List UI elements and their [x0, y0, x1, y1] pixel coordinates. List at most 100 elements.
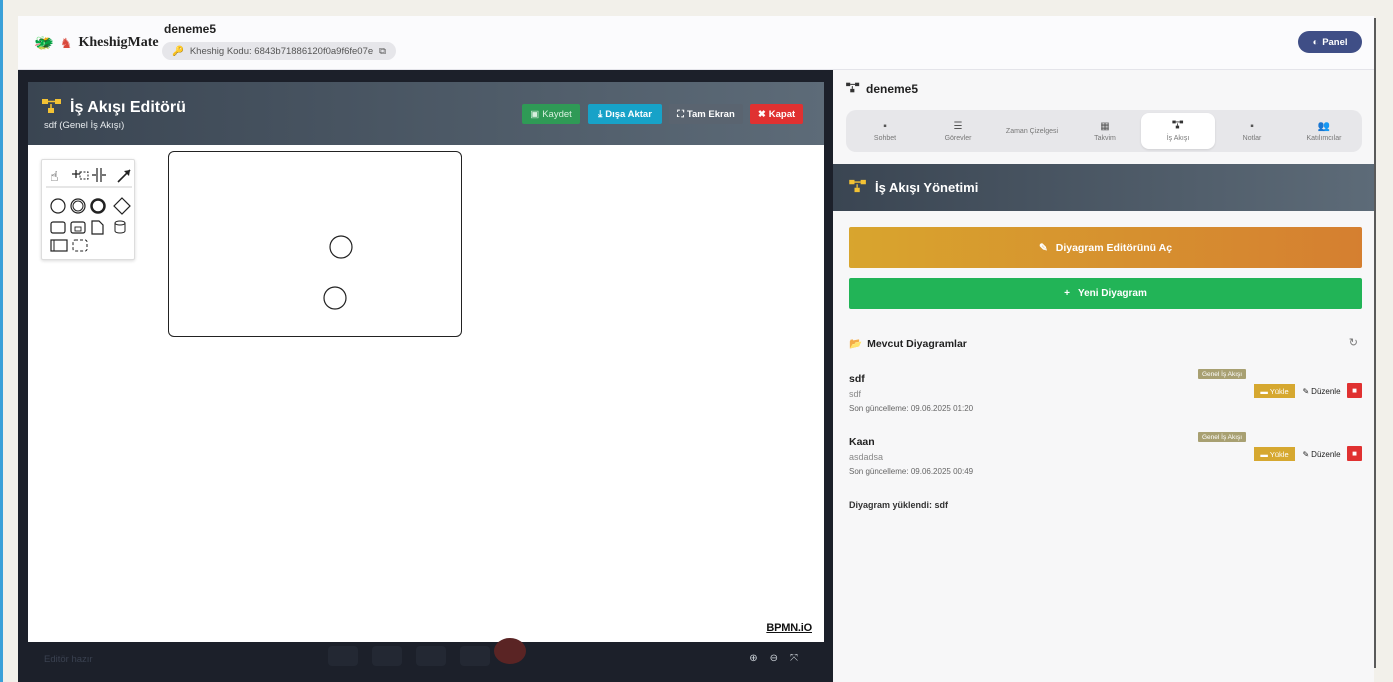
intermediate-event-icon[interactable]	[70, 198, 86, 214]
download-icon: ⤓	[598, 108, 603, 120]
load-label: Yükle	[1269, 449, 1289, 459]
close-button[interactable]: ✖ Kapat	[750, 104, 803, 124]
fullscreen-button[interactable]: ⛶ Tam Ekran	[669, 104, 743, 124]
diagram-item: sdf sdf Son güncelleme: 09.06.2025 01:20…	[849, 369, 1362, 425]
window-right-edge	[1374, 0, 1393, 682]
data-store-icon[interactable]	[114, 220, 126, 234]
load-diagram-button[interactable]: ▬ Yükle	[1254, 384, 1295, 398]
dock-item	[460, 646, 490, 666]
diagram-type-badge: Genel İş Akışı	[1198, 432, 1247, 442]
lasso-tool-icon[interactable]	[72, 170, 89, 180]
zoom-out-icon[interactable]: ⊖	[770, 653, 778, 664]
tab-participants[interactable]: 👥 Katılımcılar	[1286, 113, 1362, 149]
dock-item	[416, 646, 446, 666]
edit-label: Düzenle	[1311, 449, 1341, 459]
kheshig-code: Kheshig Kodu: 6843b71886120f0a9f6fe07e	[189, 45, 374, 57]
subprocess-icon[interactable]	[70, 221, 86, 234]
copy-icon[interactable]: ⧉	[379, 46, 386, 57]
right-panel-title: deneme5	[846, 82, 918, 96]
edit-icon: ✎	[1038, 241, 1048, 254]
panel-button[interactable]: ◐ Panel	[1298, 31, 1362, 53]
export-button[interactable]: ⤓ Dışa Aktar	[588, 104, 662, 124]
tab-tasks[interactable]: ☰ Görevler	[920, 113, 996, 149]
calendar-icon: ▦	[1100, 120, 1110, 132]
edit-icon: ✎	[1302, 449, 1310, 459]
expand-icon: ⛶	[677, 108, 684, 120]
brand-logo[interactable]: 🐲 ♞ KheshigMate	[34, 33, 159, 53]
dragon-icon: 🐲	[34, 35, 54, 52]
refresh-icon[interactable]: ↻	[1349, 336, 1358, 349]
edit-diagram-button[interactable]: ✎ Düzenle	[1299, 384, 1344, 398]
tab-label: Zaman Çizelgesi	[1005, 127, 1059, 135]
tab-label: Katılımcılar	[1306, 134, 1342, 142]
room-name: deneme5	[866, 82, 919, 96]
task-icon[interactable]	[50, 221, 66, 234]
bpmn-participant-pool[interactable]	[168, 151, 462, 337]
hand-tool-icon[interactable]: ☝	[50, 169, 59, 185]
save-button[interactable]: ▣ Kaydet	[522, 104, 580, 124]
kheshig-code-pill: 🔑 Kheshig Kodu: 6843b71886120f0a9f6fe07e…	[162, 42, 396, 60]
bpmn-canvas[interactable]: ☝ BPMN.iO	[28, 145, 824, 642]
edit-icon: ✎	[1302, 386, 1310, 396]
group-icon[interactable]	[72, 239, 88, 252]
tab-notes[interactable]: ▪ Notlar	[1216, 113, 1288, 149]
new-diagram-label: Yeni Diyagram	[1077, 288, 1147, 299]
diagram-type-badge: Genel İş Akışı	[1198, 369, 1247, 379]
plus-icon: +	[1064, 288, 1070, 299]
folder-icon: 📂	[849, 338, 863, 350]
key-icon: 🔑	[172, 45, 184, 57]
notes-icon: ▪	[1250, 120, 1254, 132]
diagram-name: sdf	[849, 373, 865, 385]
bpmn-io-watermark[interactable]: BPMN.iO	[766, 622, 812, 634]
editor-subtitle: sdf (Genel İş Akışı)	[44, 120, 125, 131]
save-icon: ▣	[530, 108, 540, 120]
edit-diagram-button[interactable]: ✎ Düzenle	[1299, 447, 1344, 461]
bpmn-palette: ☝	[41, 159, 135, 260]
tab-label: İş Akışı	[1166, 135, 1190, 142]
tab-bar: ▪ Sohbet ☰ Görevler Zaman Çizelgesi ▦ Ta…	[846, 110, 1362, 152]
delete-diagram-button[interactable]: ■	[1347, 383, 1362, 398]
existing-diagrams-label: Mevcut Diyagramlar	[867, 337, 967, 350]
diagram-item: Kaan asdadsa Son güncelleme: 09.06.2025 …	[849, 432, 1362, 488]
right-panel: deneme5 ▪ Sohbet ☰ Görevler Zaman Çizelg…	[833, 70, 1374, 682]
export-button-label: Dışa Aktar	[605, 108, 652, 120]
open-diagram-editor-button[interactable]: ✎ Diyagram Editörünü Aç	[849, 227, 1362, 268]
tab-label: Takvim	[1094, 134, 1116, 142]
tab-calendar[interactable]: ▦ Takvim	[1068, 113, 1142, 149]
diagram-updated: Son güncelleme: 09.06.2025 01:20	[849, 404, 974, 413]
delete-diagram-button[interactable]: ■	[1347, 446, 1362, 461]
diagram-loaded-message: Diyagram yüklendi: sdf	[849, 500, 949, 510]
editor-status: Editör hazır	[44, 654, 93, 665]
data-object-icon[interactable]	[91, 220, 104, 235]
new-diagram-button[interactable]: + Yeni Diyagram	[849, 278, 1362, 309]
diagram-updated: Son güncelleme: 09.06.2025 00:49	[849, 467, 974, 476]
background-dock	[328, 646, 490, 666]
background-red-button	[494, 638, 526, 664]
workflow-management-text: İş Akışı Yönetimi	[875, 180, 979, 195]
fit-view-icon[interactable]: ⤧	[790, 653, 798, 664]
bpmn-start-event[interactable]	[329, 235, 353, 259]
trash-icon: ■	[1352, 449, 1357, 458]
folder-icon: ▬	[1260, 449, 1268, 459]
dock-item	[372, 646, 402, 666]
gateway-icon[interactable]	[113, 197, 131, 215]
fullscreen-button-label: Tam Ekran	[686, 108, 735, 120]
pool-icon[interactable]	[50, 239, 68, 252]
folder-icon: ▬	[1260, 386, 1268, 396]
dashboard-icon: ◐	[1312, 36, 1319, 48]
tab-chat[interactable]: ▪ Sohbet	[846, 113, 924, 149]
tasks-icon: ☰	[953, 120, 963, 132]
tab-workflow[interactable]: İş Akışı	[1141, 113, 1215, 149]
editor-header: İş Akışı Editörü sdf (Genel İş Akışı) ▣ …	[28, 82, 824, 145]
load-diagram-button[interactable]: ▬ Yükle	[1254, 447, 1295, 461]
zoom-in-icon[interactable]: ⊕	[749, 653, 757, 664]
connect-tool-icon[interactable]	[117, 169, 131, 183]
chat-icon: ▪	[883, 120, 887, 132]
close-button-label: Kapat	[768, 108, 796, 120]
start-event-icon[interactable]	[50, 198, 66, 214]
workflow-icon	[42, 98, 62, 118]
end-event-icon[interactable]	[90, 198, 106, 214]
bpmn-start-event[interactable]	[323, 286, 347, 310]
space-tool-icon[interactable]	[92, 168, 106, 182]
tab-timeline[interactable]: Zaman Çizelgesi	[992, 113, 1072, 149]
